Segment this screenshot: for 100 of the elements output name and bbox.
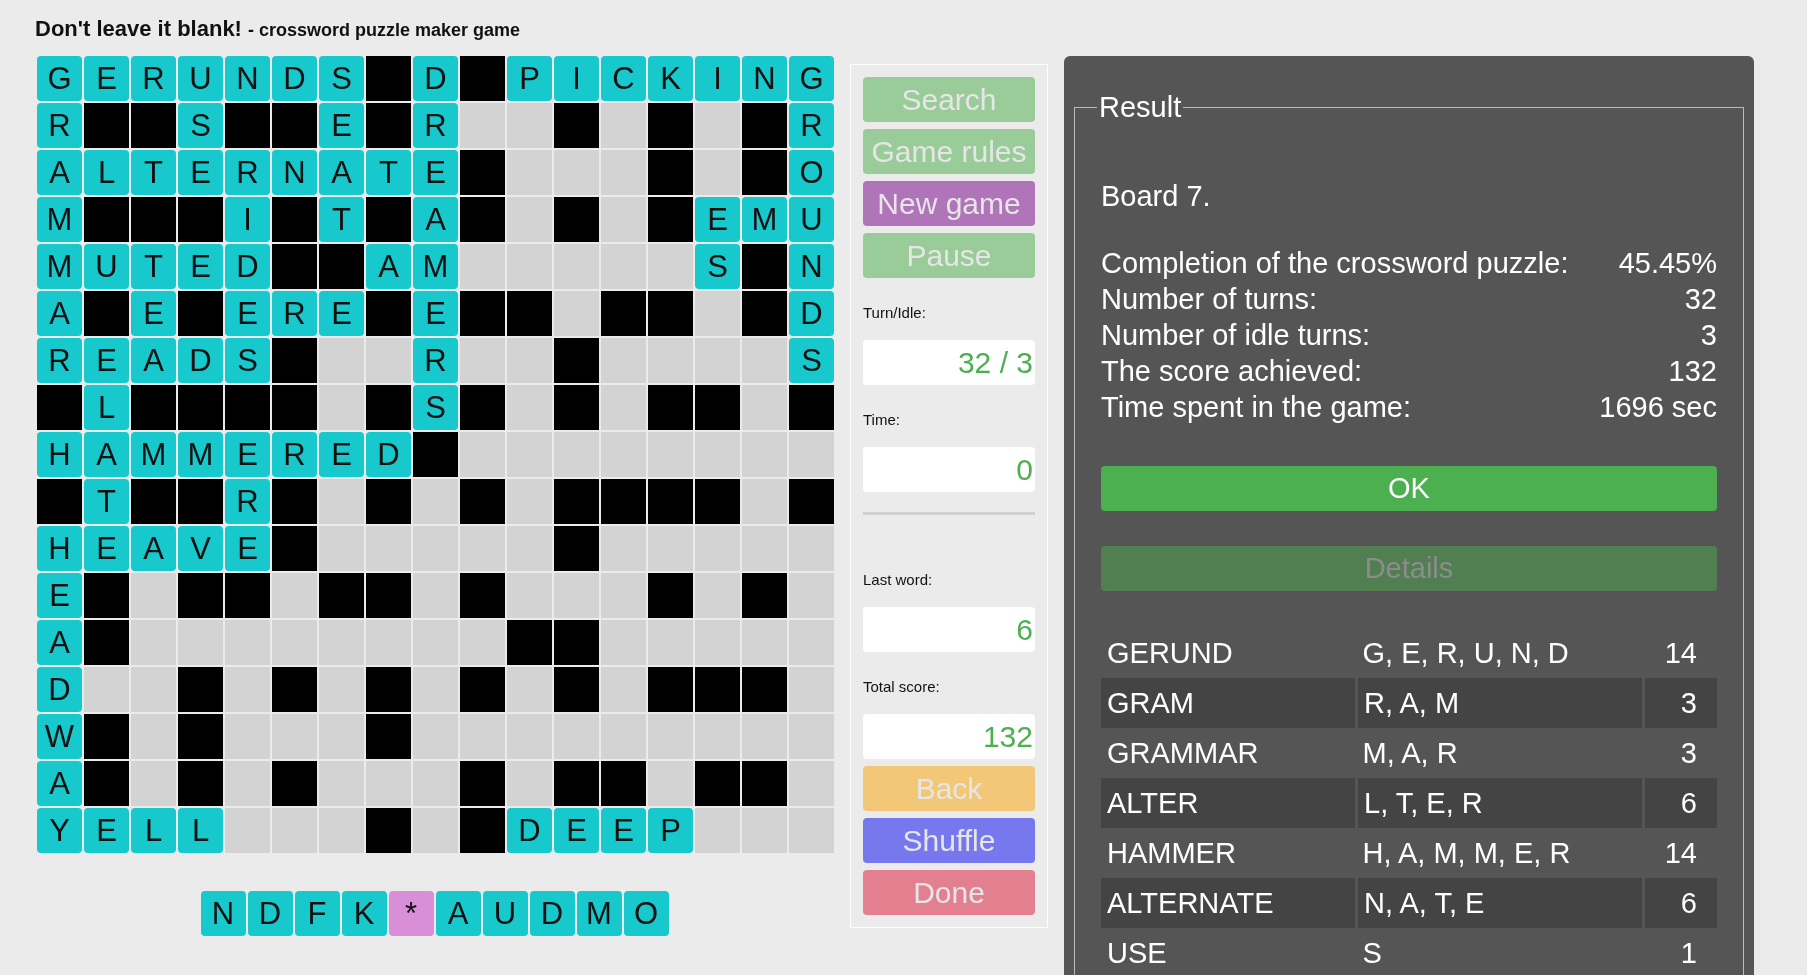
empty-cell[interactable] — [695, 620, 740, 665]
empty-cell[interactable] — [789, 432, 834, 477]
empty-cell[interactable] — [648, 714, 693, 759]
letter-tile[interactable]: I — [695, 56, 740, 101]
letter-tile[interactable]: T — [319, 197, 364, 242]
letter-tile[interactable]: E — [225, 432, 270, 477]
empty-cell[interactable] — [413, 667, 458, 712]
letter-tile[interactable]: G — [789, 56, 834, 101]
empty-cell[interactable] — [413, 573, 458, 618]
empty-cell[interactable] — [84, 667, 129, 712]
empty-cell[interactable] — [601, 714, 646, 759]
empty-cell[interactable] — [742, 338, 787, 383]
letter-tile[interactable]: S — [413, 385, 458, 430]
empty-cell[interactable] — [554, 714, 599, 759]
letter-tile[interactable]: S — [225, 338, 270, 383]
rack-tile[interactable]: O — [623, 891, 669, 936]
empty-cell[interactable] — [695, 338, 740, 383]
empty-cell[interactable] — [131, 620, 176, 665]
empty-cell[interactable] — [413, 479, 458, 524]
letter-tile[interactable]: S — [789, 338, 834, 383]
empty-cell[interactable] — [742, 620, 787, 665]
empty-cell[interactable] — [460, 103, 505, 148]
empty-cell[interactable] — [742, 432, 787, 477]
empty-cell[interactable] — [319, 526, 364, 571]
letter-tile[interactable]: P — [648, 808, 693, 853]
letter-tile[interactable]: E — [319, 291, 364, 336]
letter-tile[interactable]: T — [366, 150, 411, 195]
letter-tile[interactable]: S — [178, 103, 223, 148]
empty-cell[interactable] — [413, 526, 458, 571]
empty-cell[interactable] — [225, 714, 270, 759]
empty-cell[interactable] — [601, 573, 646, 618]
rack-tile[interactable]: N — [200, 891, 246, 936]
empty-cell[interactable] — [789, 808, 834, 853]
empty-cell[interactable] — [507, 526, 552, 571]
letter-tile[interactable]: I — [554, 56, 599, 101]
letter-tile[interactable]: R — [37, 103, 82, 148]
letter-tile[interactable]: I — [225, 197, 270, 242]
letter-tile[interactable]: E — [413, 150, 458, 195]
letter-tile[interactable]: A — [37, 150, 82, 195]
letter-tile[interactable]: M — [131, 432, 176, 477]
letter-tile[interactable]: A — [413, 197, 458, 242]
empty-cell[interactable] — [648, 432, 693, 477]
empty-cell[interactable] — [460, 526, 505, 571]
letter-tile[interactable]: U — [84, 244, 129, 289]
letter-tile[interactable]: P — [507, 56, 552, 101]
letter-tile[interactable]: E — [84, 808, 129, 853]
rack-tile[interactable]: M — [576, 891, 622, 936]
empty-cell[interactable] — [272, 808, 317, 853]
letter-tile[interactable]: N — [272, 150, 317, 195]
empty-cell[interactable] — [319, 761, 364, 806]
empty-cell[interactable] — [507, 197, 552, 242]
empty-cell[interactable] — [507, 479, 552, 524]
joker-tile[interactable]: * — [388, 891, 434, 936]
empty-cell[interactable] — [742, 714, 787, 759]
letter-tile[interactable]: E — [319, 103, 364, 148]
empty-cell[interactable] — [601, 150, 646, 195]
letter-tile[interactable]: M — [413, 244, 458, 289]
empty-cell[interactable] — [789, 667, 834, 712]
empty-cell[interactable] — [460, 338, 505, 383]
letter-tile[interactable]: L — [178, 808, 223, 853]
empty-cell[interactable] — [225, 761, 270, 806]
empty-cell[interactable] — [695, 808, 740, 853]
empty-cell[interactable] — [742, 385, 787, 430]
letter-tile[interactable]: E — [225, 526, 270, 571]
letter-tile[interactable]: D — [37, 667, 82, 712]
letter-tile[interactable]: E — [84, 526, 129, 571]
letter-tile[interactable]: D — [789, 291, 834, 336]
empty-cell[interactable] — [601, 385, 646, 430]
empty-cell[interactable] — [601, 667, 646, 712]
empty-cell[interactable] — [695, 150, 740, 195]
letter-tile[interactable]: D — [507, 808, 552, 853]
letter-tile[interactable]: R — [225, 150, 270, 195]
letter-tile[interactable]: E — [413, 291, 458, 336]
letter-tile[interactable]: R — [131, 56, 176, 101]
empty-cell[interactable] — [742, 479, 787, 524]
empty-cell[interactable] — [413, 620, 458, 665]
letter-tile[interactable]: M — [37, 244, 82, 289]
letter-tile[interactable]: A — [131, 338, 176, 383]
letter-tile[interactable]: E — [554, 808, 599, 853]
letter-tile[interactable]: L — [131, 808, 176, 853]
empty-cell[interactable] — [601, 244, 646, 289]
empty-cell[interactable] — [648, 338, 693, 383]
empty-cell[interactable] — [601, 620, 646, 665]
empty-cell[interactable] — [554, 432, 599, 477]
letter-tile[interactable]: M — [178, 432, 223, 477]
letter-tile[interactable]: A — [131, 526, 176, 571]
empty-cell[interactable] — [554, 573, 599, 618]
letter-tile[interactable]: R — [272, 291, 317, 336]
empty-cell[interactable] — [131, 714, 176, 759]
letter-tile[interactable]: A — [37, 761, 82, 806]
empty-cell[interactable] — [131, 761, 176, 806]
empty-cell[interactable] — [507, 761, 552, 806]
empty-cell[interactable] — [695, 103, 740, 148]
letter-tile[interactable]: V — [178, 526, 223, 571]
empty-cell[interactable] — [272, 573, 317, 618]
empty-cell[interactable] — [366, 526, 411, 571]
empty-cell[interactable] — [507, 573, 552, 618]
letter-tile[interactable]: C — [601, 56, 646, 101]
empty-cell[interactable] — [789, 620, 834, 665]
letter-tile[interactable]: D — [178, 338, 223, 383]
